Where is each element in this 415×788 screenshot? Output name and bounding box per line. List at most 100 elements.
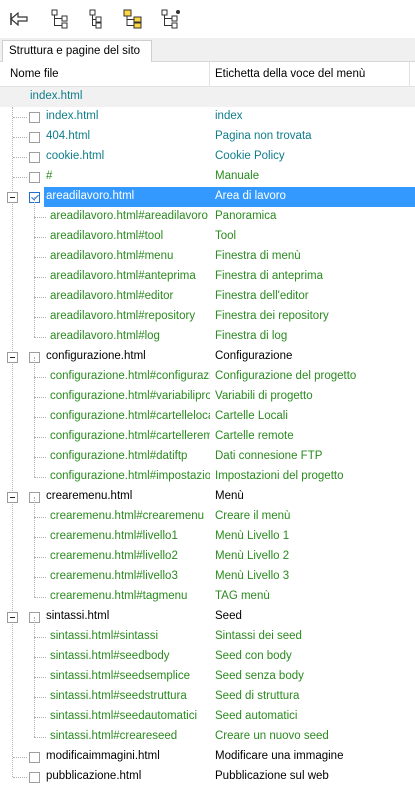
include-checkbox[interactable] [29,752,40,763]
menu-label: Modificare una immagine [215,750,344,762]
tree-subitem[interactable]: configurazione.html#impostazion Impostazi… [0,457,415,487]
tree-connector [34,417,46,418]
file-name: configurazione.html#datiftp [50,450,188,462]
site-tree-grid: Nome file Etichetta della voce del menù … [0,62,415,788]
menu-label: Creare un nuovo seed [215,730,329,742]
tree-connector [34,677,35,697]
tree-connector [34,197,35,217]
file-name: configurazione.html#configurazio [50,370,210,382]
file-name: sintassi.html [46,610,110,622]
expand-tree-icon[interactable] [50,8,72,30]
tree-item[interactable]: areadilavoro.html Area di lavoro [0,187,415,207]
tab-strip: Struttura e pagine del sito [0,38,415,62]
tree-subitem[interactable]: configurazione.html#cartelleremc Cartelle… [0,417,415,447]
collapse-toggle-icon[interactable] [7,352,18,363]
menu-label: Tool [215,230,237,242]
tree-subitem[interactable]: areadilavoro.html#anteprima Finestra di a… [0,257,415,287]
tree-subitem[interactable]: sintassi.html#sintassi Sintassi dei seed [0,617,415,647]
menu-label: Cartelle Locali [215,410,288,422]
tree-item[interactable]: configurazione.html Configurazione [0,347,415,367]
tree-subitem[interactable]: crearemenu.html#tagmenu TAG menù [0,577,415,607]
include-checkbox[interactable] [29,772,40,783]
tree-subitem[interactable]: areadilavoro.html#editor Finestra dell'ed… [0,277,415,307]
tree-connector [34,237,35,257]
menu-label: TAG menù [215,590,270,602]
menu-label: Seed senza body [215,670,304,682]
file-name: areadilavoro.html#menu [50,250,174,262]
file-name: crearemenu.html#crearemenu [50,510,205,522]
file-name: areadilavoro.html#tool [50,230,164,242]
tree-subitem[interactable]: areadilavoro.html#menu Finestra di menù [0,237,415,267]
tree-connector [34,357,35,377]
collapse-toggle-icon[interactable] [7,192,18,203]
tree-subitem[interactable]: crearemenu.html#livello3 Menù Livello 3 [0,557,415,587]
tree-subitem[interactable]: configurazione.html#datiftp Dati connesio… [0,437,415,467]
tree-connector [13,117,27,118]
tree-subitem[interactable]: sintassi.html#seedbody Seed con body [0,637,415,667]
tree-subitem[interactable]: crearemenu.html#livello2 Menù Livello 2 [0,537,415,567]
tree-connector [34,317,35,337]
menu-label: Finestra dei repository [215,310,329,322]
tree-subitem[interactable]: sintassi.html#creareseed Creare un nuovo … [0,717,415,747]
menu-label: Finestra di anteprima [215,270,324,282]
tree-subitem[interactable]: configurazione.html#variabiliprog Variabi… [0,377,415,407]
tree-subitem[interactable]: sintassi.html#seedstruttura Seed di strut… [0,677,415,707]
tree-item[interactable]: modificaimmagini.html Modificare una imma… [0,747,415,767]
tree-item[interactable]: crearemenu.html Menù [0,487,415,507]
menu-label: Menù Livello 3 [215,570,290,582]
collapse-tree-icon[interactable] [86,8,108,30]
tree-subitem[interactable]: configurazione.html#configurazio Configur… [0,357,415,387]
tree-connector [34,337,46,338]
menu-label: Pagina non trovata [215,130,312,142]
tree-connector [34,477,46,478]
tree-connector [34,517,35,537]
menu-label: Menù [215,490,244,502]
tree-connector [34,657,46,658]
menu-label: Pubblicazione sul web [215,770,329,782]
menu-label: Area di lavoro [215,190,286,202]
include-checkbox[interactable] [29,172,40,183]
file-name: crearemenu.html#livello1 [50,530,178,542]
tree-connector [34,217,46,218]
tree-item[interactable]: sintassi.html Seed [0,607,415,627]
tree-subitem[interactable]: crearemenu.html#crearemenu Creare il menù [0,497,415,527]
tree-item[interactable]: cookie.html Cookie Policy [0,147,415,167]
tree-subitem[interactable]: sintassi.html#seedsemplice Seed senza bod… [0,657,415,687]
toolbar [0,0,415,38]
include-checkbox[interactable] [29,132,40,143]
tree-connector [34,277,35,297]
tree-connector [34,717,35,737]
tree-connector [34,237,46,238]
tree-subitem[interactable]: configurazione.html#cartellelocal Cartell… [0,397,415,427]
menu-label: Finestra dell'editor [215,290,309,302]
tree-branch-icon[interactable] [160,8,182,30]
menu-label: Seed automatici [215,710,298,722]
tree-subitem[interactable]: sintassi.html#seedautomatici Seed automat… [0,697,415,727]
column-header-file[interactable]: Nome file [5,62,210,87]
tree-subitem[interactable]: areadilavoro.html#tool Tool [0,217,415,247]
folder-tree-icon[interactable] [122,8,144,30]
back-icon[interactable] [8,8,30,30]
tree-subitem[interactable]: areadilavoro.html#repository Finestra dei… [0,297,415,327]
tree-subitem[interactable]: areadilavoro.html#log Finestra di log [0,317,415,347]
tree-connector [13,177,27,178]
tree-item[interactable]: # Manuale [0,167,415,187]
tree-item[interactable]: 404.html Pagina non trovata [0,127,415,147]
menu-label: Menù Livello 1 [215,530,290,542]
tree-item[interactable]: index.html index [0,107,415,127]
include-checkbox[interactable] [29,152,40,163]
file-name: areadilavoro.html#areadilavoro [50,210,208,222]
tree-subitem[interactable]: areadilavoro.html#areadilavoro Panoramica [0,197,415,227]
collapse-toggle-icon[interactable] [7,492,18,503]
tree-subitem[interactable]: crearemenu.html#livello1 Menù Livello 1 [0,517,415,547]
tab-site-structure[interactable]: Struttura e pagine del sito [2,40,152,62]
column-header-label[interactable]: Etichetta della voce del menù [210,62,410,87]
include-checkbox[interactable] [29,112,40,123]
tree-connector [34,417,35,437]
tree-connector [34,557,46,558]
collapse-toggle-icon[interactable] [7,612,18,623]
file-name: configurazione.html#cartellelocal [50,410,210,422]
menu-label: Configurazione [215,350,293,362]
tree-root-row[interactable]: index.html [0,87,415,107]
tree-item[interactable]: pubblicazione.html Pubblicazione sul web [0,767,415,787]
